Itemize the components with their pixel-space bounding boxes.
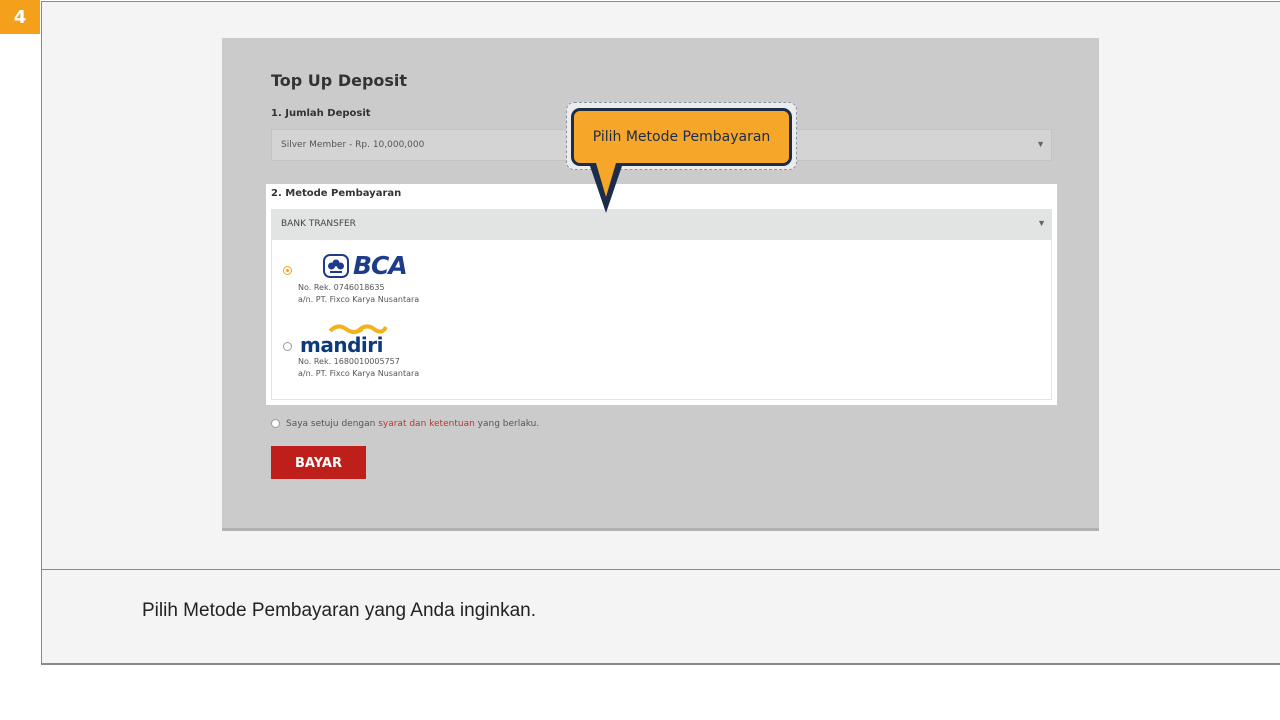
- mandiri-logo-text: mandiri: [300, 333, 383, 357]
- step-caption: Pilih Metode Pembayaran yang Anda ingink…: [142, 600, 536, 621]
- deposit-amount-label: 1. Jumlah Deposit: [271, 108, 371, 119]
- bca-emblem-icon: [323, 253, 349, 278]
- mandiri-account-number: No. Rek. 1680010005757: [298, 357, 400, 366]
- step-number-badge: 4: [0, 0, 40, 34]
- bca-account-holder: a/n. PT. Fixco Karya Nusantara: [298, 295, 420, 304]
- page-title: Top Up Deposit: [271, 71, 408, 90]
- terms-agreement: Saya setuju dengan syarat dan ketentuan …: [271, 419, 539, 429]
- callout-tooltip: Pilih Metode Pembayaran: [571, 108, 792, 166]
- bca-details: No. Rek. 0746018635 a/n. PT. Fixco Karya…: [298, 282, 419, 306]
- chevron-down-icon: ▼: [1037, 218, 1046, 228]
- payment-method-label: 2. Metode Pembayaran: [271, 188, 402, 199]
- terms-checkbox[interactable]: [271, 419, 280, 428]
- callout-pointer-icon: [589, 163, 623, 213]
- terms-prefix: Saya setuju dengan: [286, 419, 379, 429]
- deposit-amount-value: Silver Member - Rp. 10,000,000: [281, 140, 425, 150]
- bca-logo: BCA: [323, 251, 408, 280]
- terms-suffix: yang berlaku.: [474, 419, 540, 429]
- payment-method-select[interactable]: BANK TRANSFER ▼: [271, 209, 1052, 240]
- frame-divider: [41, 569, 1280, 570]
- payment-method-value: BANK TRANSFER: [281, 219, 356, 229]
- mandiri-details: No. Rek. 1680010005757 a/n. PT. Fixco Ka…: [298, 356, 419, 380]
- bank-radio-bca[interactable]: [283, 266, 292, 275]
- bca-logo-text: BCA: [353, 251, 408, 280]
- mandiri-logo: mandiri: [300, 324, 390, 357]
- terms-link[interactable]: syarat dan ketentuan: [378, 419, 475, 429]
- bank-radio-mandiri[interactable]: [283, 342, 292, 351]
- chevron-down-icon: ▼: [1036, 139, 1045, 149]
- mandiri-account-holder: a/n. PT. Fixco Karya Nusantara: [298, 369, 420, 378]
- pay-button[interactable]: BAYAR: [271, 446, 366, 479]
- payment-method-panel: 2. Metode Pembayaran BANK TRANSFER ▼ BCA…: [266, 184, 1057, 405]
- bca-account-number: No. Rek. 0746018635: [298, 283, 385, 292]
